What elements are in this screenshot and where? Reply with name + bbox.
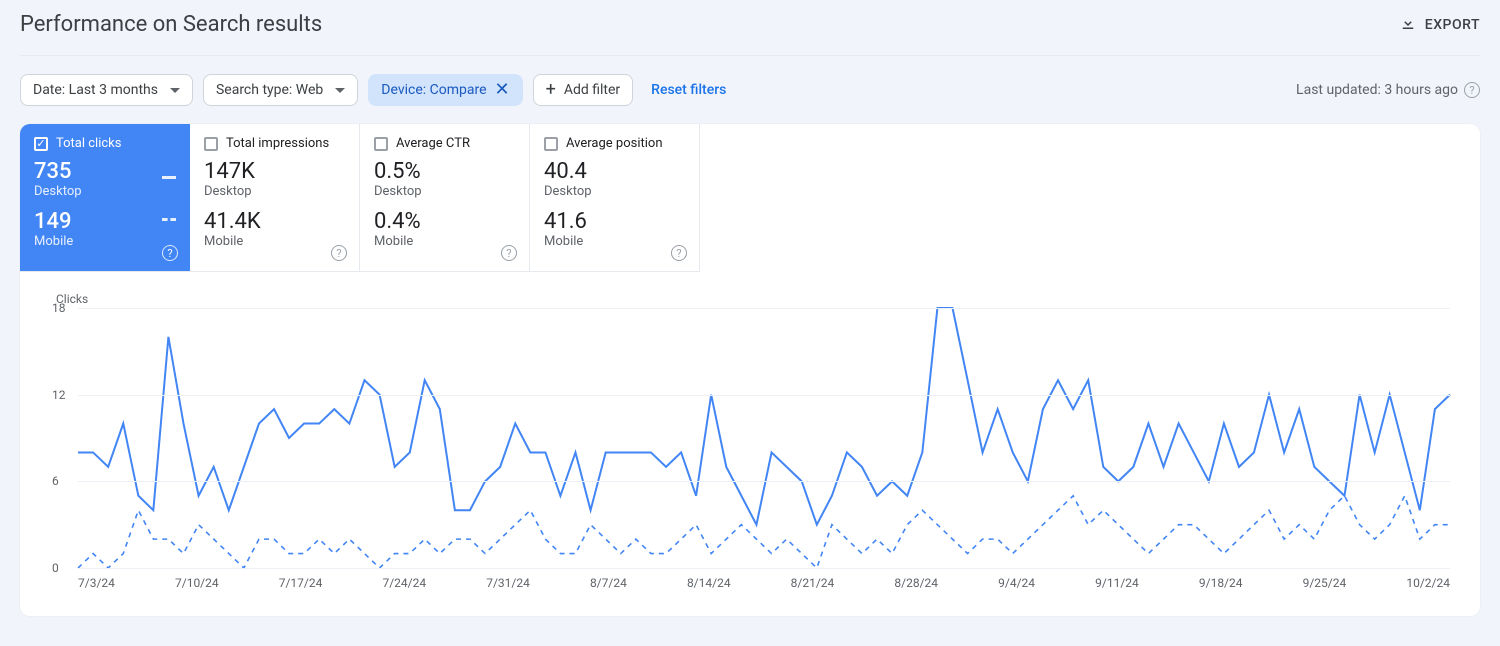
metric-value-desktop: 0.5%: [374, 159, 515, 184]
filter-date-label: Date: Last 3 months: [33, 82, 158, 98]
metric-value-desktop: 147K: [204, 159, 345, 184]
metric-label: Total impressions: [226, 136, 329, 151]
metric-sub-desktop: Desktop: [374, 184, 515, 199]
x-tick: 8/14/24: [687, 576, 731, 590]
x-tick: 7/31/24: [486, 576, 530, 590]
checkbox-icon: [374, 137, 388, 151]
help-icon[interactable]: ?: [501, 245, 517, 261]
help-icon[interactable]: ?: [162, 245, 178, 261]
help-icon[interactable]: ?: [331, 245, 347, 261]
metric-value-mobile: 41.6: [544, 209, 685, 234]
y-tick: 0: [52, 561, 59, 575]
metric-tile[interactable]: Average CTR 0.5%Desktop 0.4%Mobile?: [360, 124, 530, 272]
metric-value-desktop: 40.4: [544, 159, 685, 184]
chevron-down-icon: [335, 88, 345, 93]
metric-tile[interactable]: Total impressions 147KDesktop 41.4KMobile?: [190, 124, 360, 272]
line-solid-icon: [162, 176, 176, 179]
x-tick: 8/7/24: [590, 576, 627, 590]
last-updated-text: Last updated: 3 hours ago: [1296, 82, 1458, 98]
chart-x-axis: 7/3/24 7/10/24 7/17/24 7/24/24 7/31/24 8/7/24…: [78, 576, 1450, 590]
x-tick: 9/25/24: [1303, 576, 1347, 590]
metric-sub-mobile: Mobile: [374, 234, 515, 249]
x-tick: 7/17/24: [279, 576, 323, 590]
y-tick: 12: [52, 388, 66, 402]
export-button[interactable]: EXPORT: [1399, 14, 1480, 36]
close-icon[interactable]: ✕: [495, 83, 510, 97]
metric-tile[interactable]: Total clicks 735Desktop 149Mobile?: [20, 124, 190, 272]
filter-device[interactable]: Device: Compare ✕: [368, 74, 522, 106]
x-tick: 9/4/24: [998, 576, 1035, 590]
metric-value-mobile: 149: [34, 209, 176, 234]
add-filter-button[interactable]: + Add filter: [533, 74, 634, 106]
performance-card: Total clicks735Desktop149Mobile?Total im…: [20, 124, 1480, 616]
grid-line: [78, 308, 1450, 309]
metric-sub-desktop: Desktop: [544, 184, 685, 199]
metric-sub-desktop: Desktop: [204, 184, 345, 199]
metric-label: Average position: [566, 136, 663, 151]
filter-search-type[interactable]: Search type: Web: [203, 74, 358, 106]
metric-sub-desktop: Desktop: [34, 184, 176, 199]
metric-value-mobile: 41.4K: [204, 209, 345, 234]
grid-line: [78, 481, 1450, 482]
download-icon: [1399, 14, 1417, 36]
metric-label: Total clicks: [56, 136, 121, 151]
export-label: EXPORT: [1425, 17, 1480, 33]
page-title: Performance on Search results: [20, 12, 322, 37]
checkbox-icon: [204, 137, 218, 151]
chart-area: 061218: [78, 308, 1450, 568]
metric-value-mobile: 0.4%: [374, 209, 515, 234]
checkbox-icon: [544, 137, 558, 151]
chart-series-desktop: [78, 308, 1450, 525]
grid-line: [78, 568, 1450, 569]
y-tick: 6: [52, 474, 59, 488]
metric-sub-mobile: Mobile: [544, 234, 685, 249]
chart-y-label: Clicks: [56, 292, 1450, 306]
x-tick: 10/2/24: [1406, 576, 1450, 590]
x-tick: 9/18/24: [1199, 576, 1243, 590]
x-tick: 7/3/24: [78, 576, 115, 590]
metric-value-desktop: 735: [34, 159, 176, 184]
grid-line: [78, 395, 1450, 396]
help-icon[interactable]: ?: [1464, 82, 1480, 98]
filter-device-label: Device: Compare: [381, 82, 486, 98]
x-tick: 8/21/24: [791, 576, 835, 590]
add-filter-label: Add filter: [564, 82, 620, 98]
x-tick: 7/10/24: [175, 576, 219, 590]
chevron-down-icon: [170, 88, 180, 93]
chart-container: Clicks 061218 7/3/247/10/247/17/247/24/2…: [20, 272, 1480, 616]
metric-label: Average CTR: [396, 136, 470, 151]
x-tick: 9/11/24: [1095, 576, 1139, 590]
filter-date[interactable]: Date: Last 3 months: [20, 74, 193, 106]
line-dashed-icon: [162, 218, 176, 221]
checkbox-icon: [34, 137, 48, 151]
metric-sub-mobile: Mobile: [34, 234, 176, 249]
help-icon[interactable]: ?: [671, 245, 687, 261]
plus-icon: +: [546, 83, 556, 97]
metric-sub-mobile: Mobile: [204, 234, 345, 249]
metric-tiles: Total clicks735Desktop149Mobile?Total im…: [20, 124, 1480, 272]
filter-search-type-label: Search type: Web: [216, 82, 323, 98]
x-tick: 8/28/24: [894, 576, 938, 590]
y-tick: 18: [52, 301, 66, 315]
x-tick: 7/24/24: [382, 576, 426, 590]
reset-filters-link[interactable]: Reset filters: [651, 82, 726, 98]
metric-tile[interactable]: Average position 40.4Desktop 41.6Mobile?: [530, 124, 700, 272]
last-updated: Last updated: 3 hours ago ?: [1296, 82, 1480, 98]
chart-series-mobile: [78, 496, 1450, 568]
